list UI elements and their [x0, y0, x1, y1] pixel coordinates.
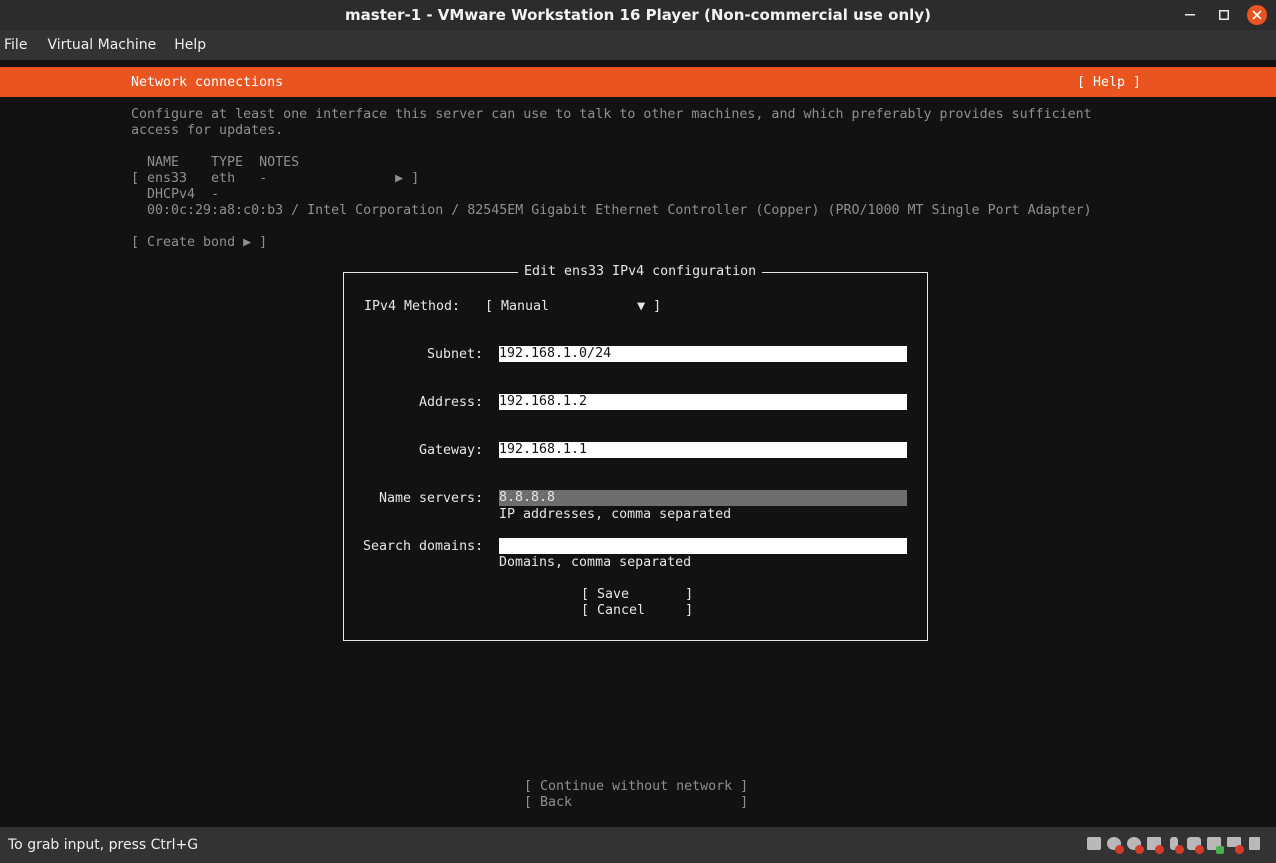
address-label: Address:	[419, 395, 484, 410]
save-button[interactable]: [ Save ]	[581, 587, 693, 603]
subnet-input[interactable]: 192.168.1.0/24	[499, 346, 907, 362]
dialog-title: Edit ens33 IPv4 configuration	[518, 264, 763, 280]
search-domains-label: Search domains:	[363, 539, 484, 554]
interface-table-header: NAME TYPE NOTES	[147, 155, 300, 170]
gateway-label: Gateway:	[419, 443, 484, 458]
intro-text-line-2: access for updates.	[131, 123, 284, 138]
ipv4-method-label: IPv4 Method:	[364, 299, 461, 314]
window-titlebar: master-1 - VMware Workstation 16 Player …	[0, 0, 1276, 30]
subnet-label: Subnet:	[427, 347, 484, 362]
hard-disk-icon[interactable]	[1086, 836, 1102, 852]
create-bond-button[interactable]: [ Create bond ▶ ]	[131, 235, 267, 251]
cd-dvd-icon[interactable]	[1126, 836, 1144, 854]
search-domains-input[interactable]	[499, 538, 907, 554]
floppy-icon[interactable]	[1146, 836, 1164, 854]
device-icons	[1086, 836, 1262, 854]
page-title: Network connections	[131, 75, 284, 90]
interface-hardware-info: 00:0c:29:a8:c0:b3 / Intel Corporation / …	[147, 203, 1092, 218]
interface-row-ens33[interactable]: [ ens33 eth - ▶ ]	[131, 171, 419, 187]
name-servers-label: Name servers:	[379, 491, 484, 506]
usb-icon[interactable]	[1166, 836, 1184, 854]
maximize-icon[interactable]	[1213, 4, 1235, 26]
name-servers-input[interactable]: 8.8.8.8	[499, 490, 907, 506]
display-icon[interactable]	[1226, 836, 1244, 854]
menu-file[interactable]: File	[2, 37, 35, 53]
message-icon[interactable]	[1246, 836, 1262, 852]
cancel-button[interactable]: [ Cancel ]	[581, 603, 693, 619]
vm-console[interactable]: Network connections [ Help ] Configure a…	[0, 60, 1276, 827]
window-title: master-1 - VMware Workstation 16 Player …	[345, 6, 931, 24]
back-button[interactable]: [ Back ]	[524, 795, 748, 811]
interface-dhcp-status: DHCPv4 -	[147, 187, 220, 202]
status-text: To grab input, press Ctrl+G	[8, 837, 199, 853]
gateway-input[interactable]: 192.168.1.1	[499, 442, 907, 458]
cd-dvd-icon[interactable]	[1106, 836, 1124, 854]
name-servers-help: IP addresses, comma separated	[499, 507, 732, 522]
status-bar: To grab input, press Ctrl+G	[0, 827, 1276, 863]
printer-icon[interactable]	[1186, 836, 1204, 854]
menu-help[interactable]: Help	[172, 37, 214, 53]
menu-virtual-machine[interactable]: Virtual Machine	[45, 37, 164, 53]
intro-text-line-1: Configure at least one interface this se…	[131, 107, 1092, 122]
continue-without-network-button[interactable]: [ Continue without network ]	[524, 779, 748, 795]
address-input[interactable]: 192.168.1.2	[499, 394, 907, 410]
search-domains-help: Domains, comma separated	[499, 555, 692, 570]
menu-bar: File Virtual Machine Help	[0, 30, 1276, 60]
network-icon[interactable]	[1206, 836, 1224, 854]
close-icon[interactable]	[1247, 5, 1267, 25]
ipv4-method-select[interactable]: [ Manual ▼ ]	[485, 299, 661, 315]
minimize-icon[interactable]	[1179, 4, 1201, 26]
help-button[interactable]: [ Help ]	[1077, 75, 1141, 91]
